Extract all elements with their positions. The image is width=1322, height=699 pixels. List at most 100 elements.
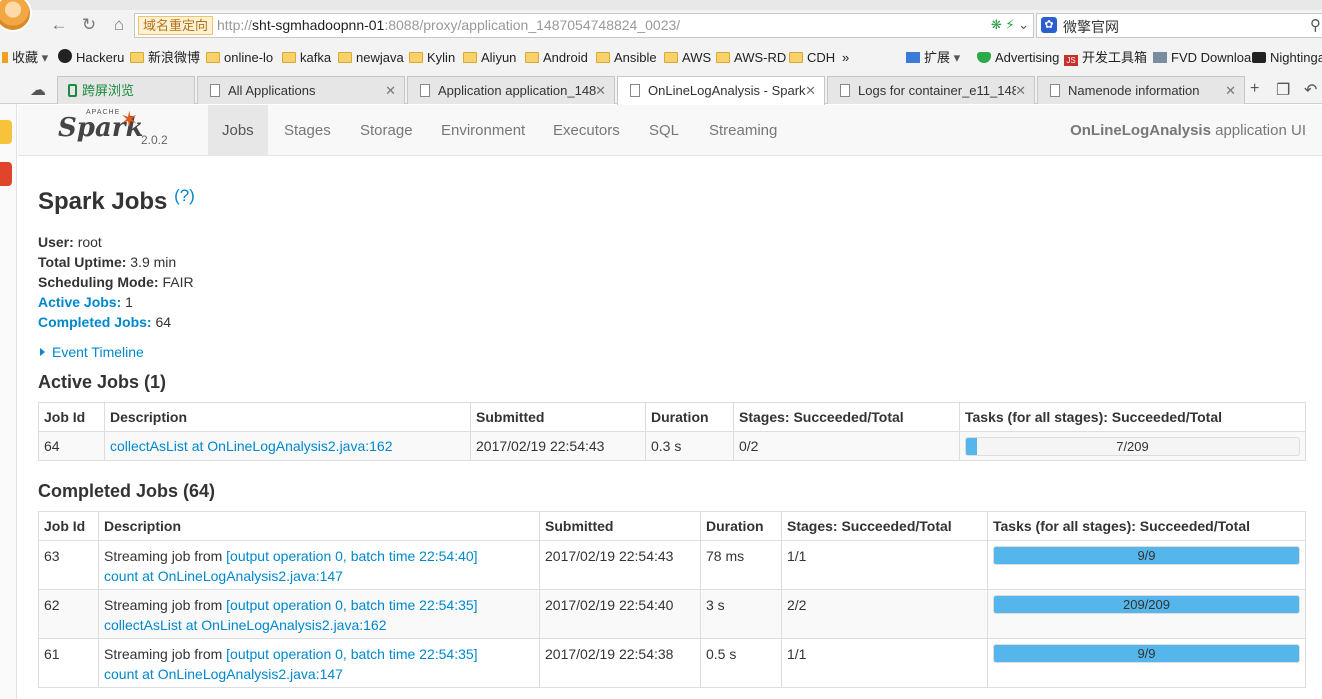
weibo-sidebar-icon[interactable]	[0, 162, 12, 186]
bookmark-devtools[interactable]: JS 开发工具箱	[1064, 49, 1147, 67]
reload-icon[interactable]: ↻	[78, 14, 100, 36]
column-header[interactable]: Submitted	[470, 402, 646, 432]
completed-jobs-link[interactable]: Completed Jobs:	[38, 314, 152, 330]
undo-icon[interactable]: ↶	[1304, 80, 1317, 100]
bookmark-kylin[interactable]: Kylin	[409, 49, 455, 67]
home-icon[interactable]: ⌂	[108, 14, 130, 36]
column-header[interactable]: Duration	[700, 511, 782, 541]
bookmark-fvd[interactable]: FVD Downloa	[1153, 49, 1251, 67]
bookmark-cdh[interactable]: CDH	[789, 49, 835, 67]
tab-all-applications[interactable]: All Applications ✕	[197, 76, 405, 104]
column-header[interactable]: Duration	[645, 402, 734, 432]
summary-uptime: Total Uptime: 3.9 min	[38, 254, 177, 270]
bookmark-ansible[interactable]: Ansible	[596, 49, 657, 67]
bookmark-extensions[interactable]: 扩展 ▾	[906, 49, 960, 67]
column-header[interactable]: Job Id	[38, 511, 99, 541]
column-header[interactable]: Description	[98, 511, 540, 541]
job-description-link[interactable]: collectAsList at OnLineLogAnalysis2.java…	[110, 438, 393, 454]
job-duration: 0.3 s	[645, 431, 734, 461]
bookmark-hackeru[interactable]: Hackeru	[58, 49, 124, 67]
search-engine-icon[interactable]: ✿	[1041, 17, 1057, 33]
url-host: sht-sgmhadoopnn-01	[252, 17, 385, 33]
bookmark-aws-rd[interactable]: AWS-RD	[716, 49, 786, 67]
bookmarks-overflow-icon[interactable]: »	[842, 49, 849, 67]
close-tab-icon[interactable]: ✕	[595, 77, 606, 104]
active-jobs-heading[interactable]: Active Jobs (1)	[38, 372, 166, 393]
nav-storage[interactable]: Storage	[346, 105, 427, 156]
batch-link[interactable]: [output operation 0, batch time 22:54:40…	[226, 548, 477, 564]
batch-link[interactable]: [output operation 0, batch time 22:54:35…	[226, 597, 477, 613]
lightning-icon[interactable]: ⚡	[1005, 17, 1014, 32]
summary-active-jobs: Active Jobs: 1	[38, 294, 133, 310]
tab-application[interactable]: Application application_1487 ✕	[407, 76, 615, 104]
url-text[interactable]: http://sht-sgmhadoopnn-01:8088/proxy/app…	[217, 17, 680, 33]
column-header[interactable]: Tasks (for all stages): Succeeded/Total	[959, 402, 1306, 432]
search-icon[interactable]: ⚲	[1310, 16, 1321, 34]
tab-container-logs[interactable]: Logs for container_e11_14870 ✕	[827, 76, 1035, 104]
bookmark-android[interactable]: Android	[525, 49, 588, 67]
bookmark-kafka[interactable]: kafka	[282, 49, 331, 67]
url-rest: :8088/proxy/application_1487054748824_00…	[384, 17, 681, 33]
bookmark-weibo[interactable]: 新浪微博	[130, 49, 200, 67]
nav-sql[interactable]: SQL	[635, 105, 693, 156]
dropdown-icon[interactable]: ⌄	[1018, 17, 1029, 32]
address-bar[interactable]: 域名重定向 http://sht-sgmhadoopnn-01:8088/pro…	[134, 13, 1034, 38]
nav-streaming[interactable]: Streaming	[695, 105, 791, 156]
domain-redirect-badge[interactable]: 域名重定向	[138, 16, 214, 35]
favorites-sidebar-icon[interactable]	[0, 120, 12, 144]
close-tab-icon[interactable]: ✕	[1225, 77, 1236, 104]
cloud-icon[interactable]: ☁	[30, 80, 46, 100]
close-tab-icon[interactable]: ✕	[1015, 77, 1026, 104]
batch-link[interactable]: [output operation 0, batch time 22:54:35…	[226, 646, 477, 662]
event-timeline-toggle[interactable]: Event Timeline	[38, 344, 144, 360]
tab-cross-screen[interactable]: 跨屏浏览	[57, 76, 195, 104]
bookmark-online-lo[interactable]: online-lo	[206, 49, 273, 67]
browser-chrome: ← ↻ ⌂ 域名重定向 http://sht-sgmhadoopnn-01:80…	[0, 0, 1322, 105]
job-duration: 0.5 s	[700, 638, 782, 688]
nav-executors[interactable]: Executors	[539, 105, 634, 156]
tab-namenode[interactable]: Namenode information ✕	[1037, 76, 1245, 104]
help-link[interactable]: (?)	[174, 186, 195, 205]
bookmark-advertising[interactable]: Advertising	[977, 49, 1059, 67]
nav-jobs[interactable]: Jobs	[208, 105, 268, 156]
bookmark-favorites[interactable]: 收藏 ▾	[2, 49, 48, 67]
bookmark-nightingale[interactable]: Nightinga	[1252, 49, 1322, 67]
search-box[interactable]: ✿ 微擎官网 ⚲	[1036, 13, 1322, 38]
job-description-link[interactable]: collectAsList at OnLineLogAnalysis2.java…	[104, 617, 387, 633]
back-icon[interactable]: ←	[48, 14, 70, 36]
address-bar-icons[interactable]: ❋ ⚡ ⌄	[991, 17, 1029, 33]
bookmark-aliyun[interactable]: Aliyun	[463, 49, 516, 67]
folder-icon	[596, 52, 610, 63]
nav-environment[interactable]: Environment	[427, 105, 539, 156]
job-tasks: 209/209	[987, 589, 1306, 639]
column-header[interactable]: Description	[104, 402, 471, 432]
job-description-link[interactable]: count at OnLineLogAnalysis2.java:147	[104, 666, 343, 682]
active-jobs-link[interactable]: Active Jobs:	[38, 294, 121, 310]
job-description-link[interactable]: count at OnLineLogAnalysis2.java:147	[104, 568, 343, 584]
nav-stages[interactable]: Stages	[270, 105, 345, 156]
folder-icon	[282, 52, 296, 63]
column-header[interactable]: Job Id	[38, 402, 105, 432]
bookmark-aws[interactable]: AWS	[664, 49, 711, 67]
job-stages: 1/1	[781, 638, 988, 688]
extension-icon	[906, 52, 920, 63]
completed-jobs-heading[interactable]: Completed Jobs (64)	[38, 481, 215, 502]
column-header[interactable]: Stages: Succeeded/Total	[781, 511, 988, 541]
new-tab-icon[interactable]: +	[1250, 80, 1259, 98]
column-header[interactable]: Submitted	[539, 511, 701, 541]
close-tab-icon[interactable]: ✕	[385, 77, 396, 104]
job-submitted: 2017/02/19 22:54:40	[539, 589, 701, 639]
tab-list-icon[interactable]: ❐	[1276, 80, 1290, 100]
job-description: Streaming job from [output operation 0, …	[98, 540, 540, 590]
dropdown-icon[interactable]: ▾	[954, 50, 961, 65]
job-description: Streaming job from [output operation 0, …	[98, 589, 540, 639]
column-header[interactable]: Stages: Succeeded/Total	[733, 402, 960, 432]
column-header[interactable]: Tasks (for all stages): Succeeded/Total	[987, 511, 1306, 541]
tab-spark-jobs[interactable]: OnLineLogAnalysis - Spark Jo ✕	[617, 76, 825, 105]
table-row: 62 Streaming job from [output operation …	[38, 589, 1306, 639]
job-duration: 3 s	[700, 589, 782, 639]
page-title: Spark Jobs (?)	[38, 186, 195, 215]
dropdown-icon[interactable]: ▾	[42, 50, 49, 65]
bookmark-newjava[interactable]: newjava	[338, 49, 404, 67]
close-tab-icon[interactable]: ✕	[805, 77, 816, 104]
